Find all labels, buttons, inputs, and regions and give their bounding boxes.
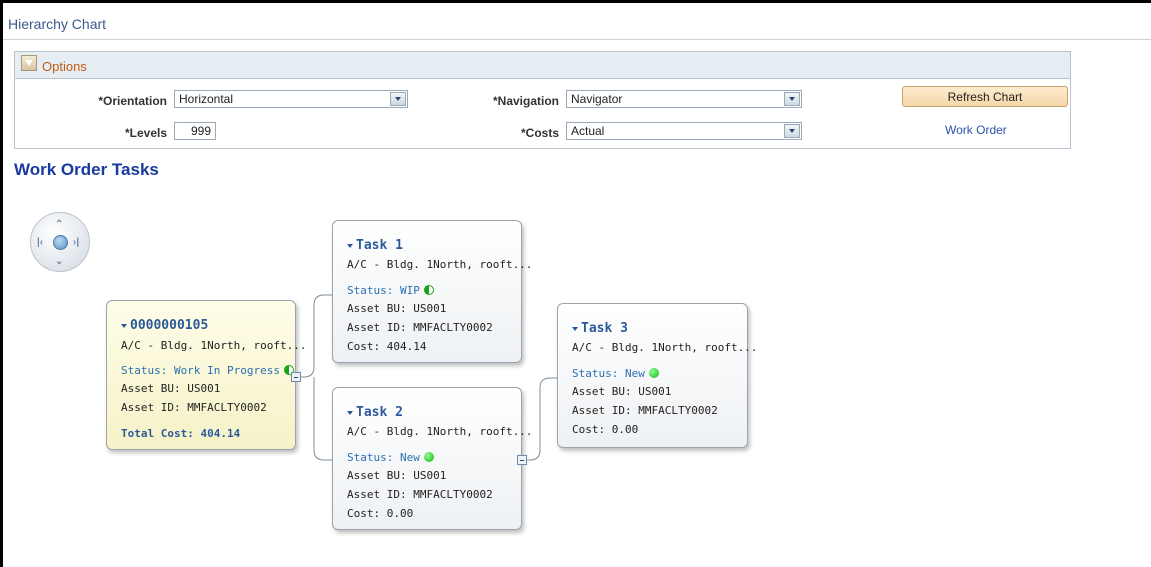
- node-asset-id: Asset ID: MMFACLTY0002: [347, 321, 493, 334]
- status-green-icon: [648, 368, 659, 378]
- node-asset-id: Asset ID: MMFACLTY0002: [572, 404, 718, 417]
- connector-root-task1: [296, 294, 332, 378]
- collapse-minus-icon[interactable]: [291, 372, 301, 382]
- status-text: Status: New: [347, 451, 420, 464]
- status-half-icon: [423, 285, 434, 295]
- node-asset-bu: Asset BU: US001: [572, 385, 672, 398]
- collapse-minus-icon[interactable]: [517, 455, 527, 465]
- node-task-1[interactable]: Task 1 A/C - Bldg. 1North, rooft... Stat…: [332, 220, 532, 363]
- node-name[interactable]: 0000000105: [121, 318, 208, 333]
- tree-connectors: [296, 294, 557, 461]
- status-green-icon: [423, 452, 434, 462]
- node-asset-bu: Asset BU: US001: [347, 302, 447, 315]
- node-name[interactable]: Task 3: [572, 321, 628, 336]
- node-asset-id: Asset ID: MMFACLTY0002: [347, 488, 493, 501]
- node-cost: Cost: 0.00: [347, 507, 414, 520]
- node-description: A/C - Bldg. 1North, rooft...: [347, 425, 533, 438]
- node-description: A/C - Bldg. 1North, rooft...: [121, 339, 307, 352]
- node-status: Status: WIP: [347, 284, 434, 297]
- node-description: A/C - Bldg. 1North, rooft...: [572, 341, 758, 354]
- node-description: A/C - Bldg. 1North, rooft...: [347, 258, 533, 271]
- node-name[interactable]: Task 2: [347, 405, 403, 420]
- node-task-2[interactable]: Task 2 A/C - Bldg. 1North, rooft... Stat…: [332, 387, 532, 530]
- node-asset-bu: Asset BU: US001: [121, 382, 221, 395]
- node-task-3[interactable]: Task 3 A/C - Bldg. 1North, rooft... Stat…: [557, 303, 757, 448]
- connector-root-task2: [313, 377, 332, 461]
- node-cost: Cost: 0.00: [572, 423, 639, 436]
- node-asset-id: Asset ID: MMFACLTY0002: [121, 401, 267, 414]
- status-text: Status: Work In Progress: [121, 364, 280, 377]
- connector-task2-task3: [522, 377, 557, 461]
- node-status: Status: New: [347, 451, 434, 464]
- node-cost: Cost: 404.14: [347, 340, 427, 353]
- node-name[interactable]: Task 1: [347, 238, 403, 253]
- node-status: Status: Work In Progress: [121, 364, 294, 377]
- status-text: Status: New: [572, 367, 645, 380]
- node-status: Status: New: [572, 367, 659, 380]
- status-text: Status: WIP: [347, 284, 420, 297]
- node-asset-bu: Asset BU: US001: [347, 469, 447, 482]
- node-root[interactable]: 0000000105 A/C - Bldg. 1North, rooft... …: [106, 300, 306, 450]
- node-total-cost: Total Cost: 404.14: [121, 427, 241, 440]
